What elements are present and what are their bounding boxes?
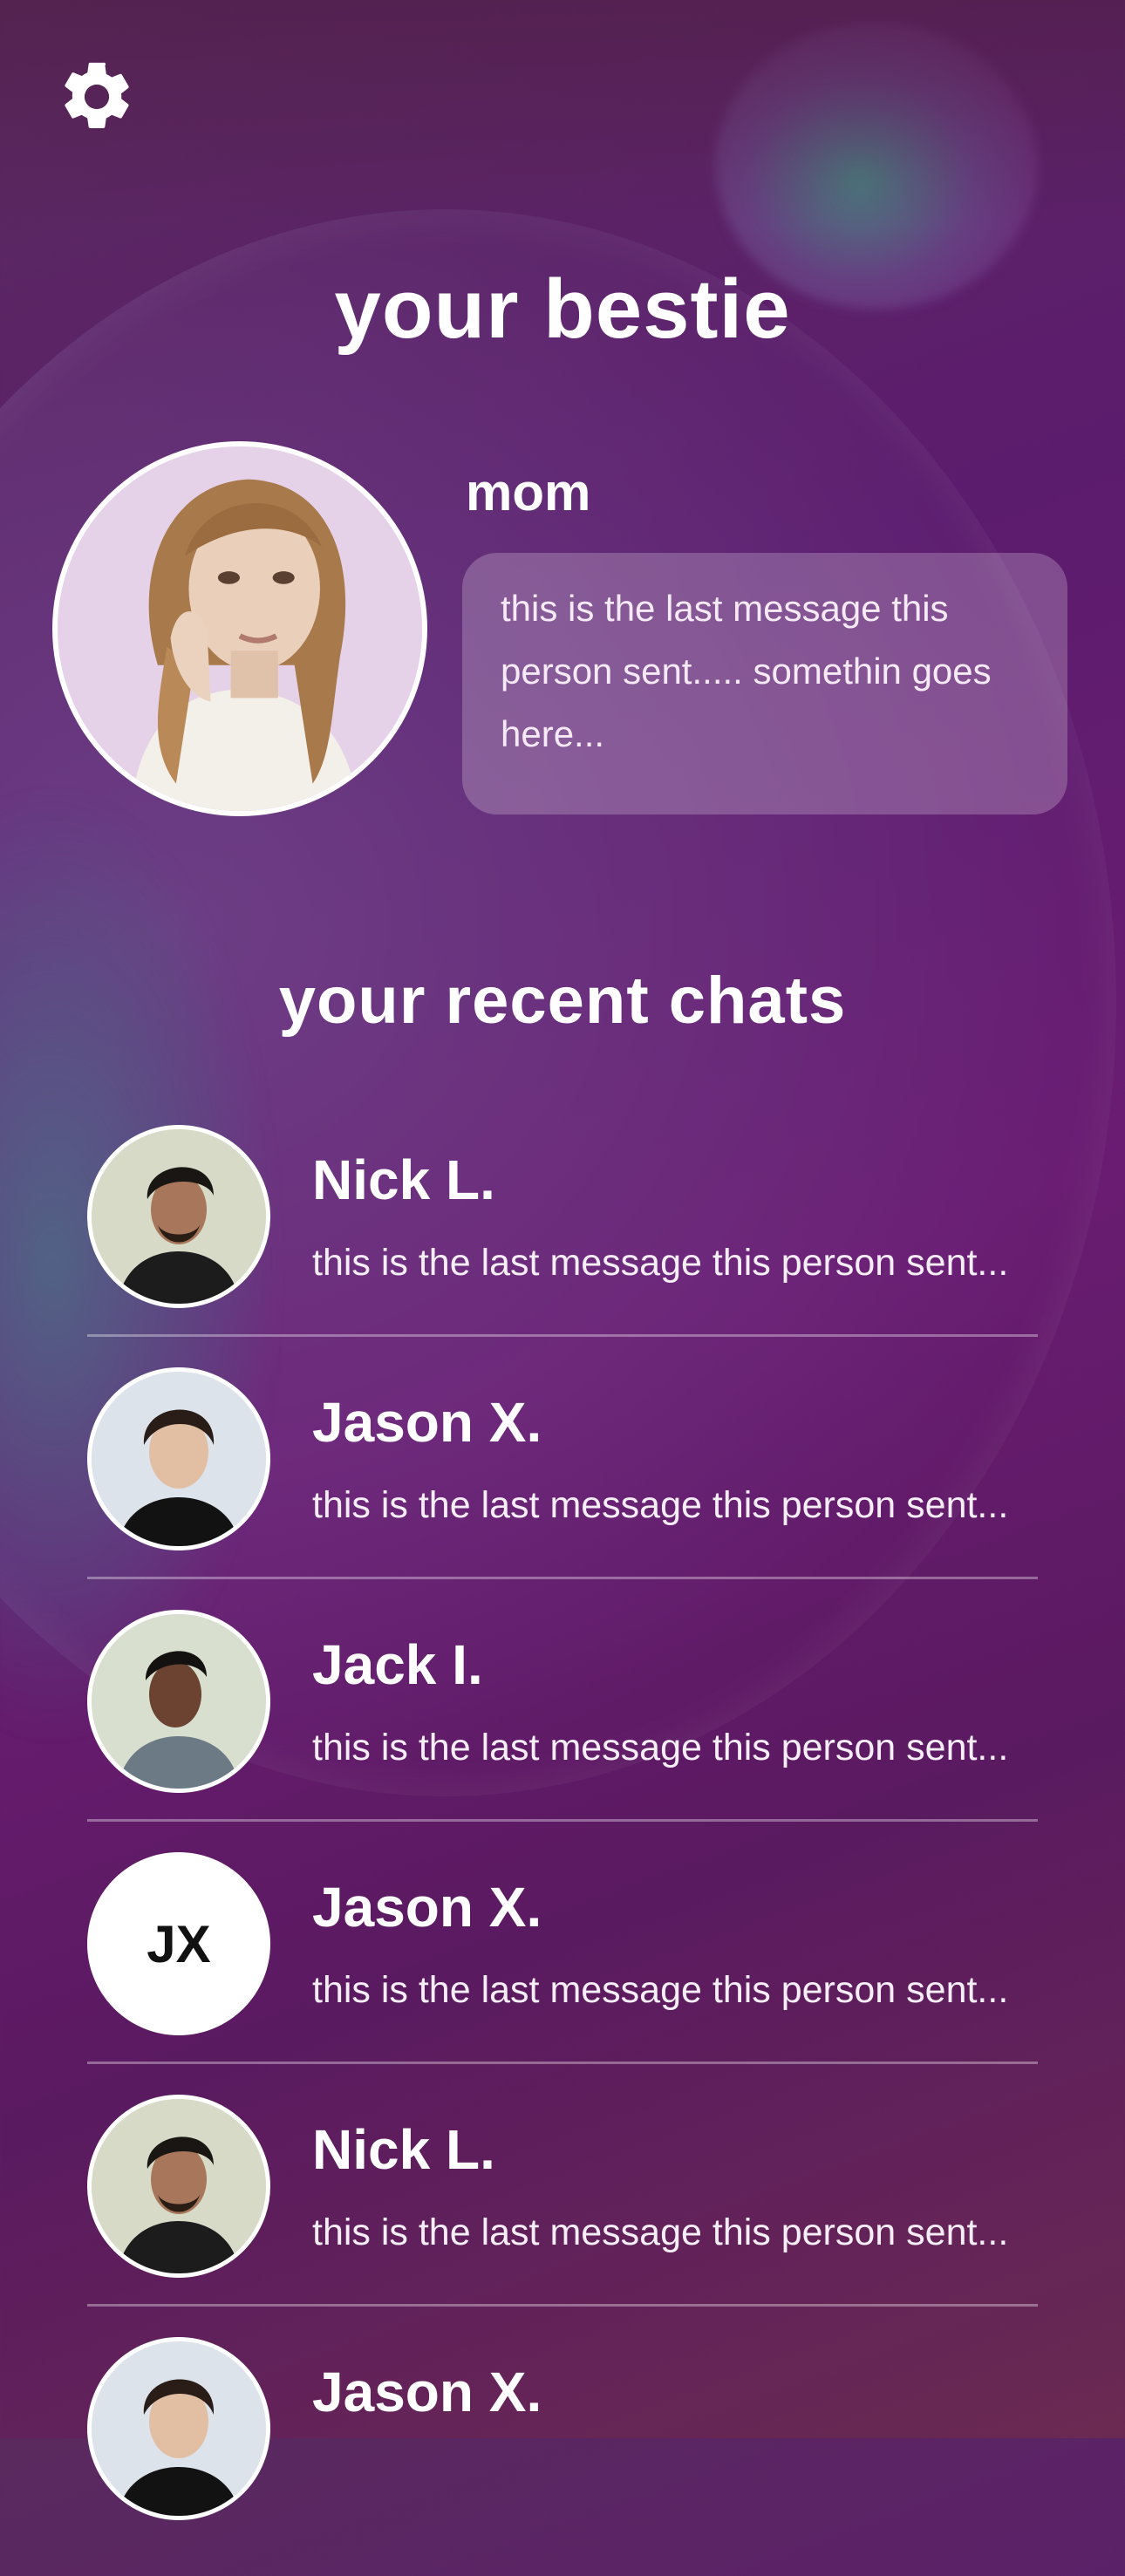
avatar-photo — [92, 1372, 266, 1546]
chat-row[interactable]: Nick L. this is the last message this pe… — [0, 1121, 1125, 1364]
chat-divider — [87, 2304, 1038, 2307]
avatar-photo — [92, 1614, 266, 1789]
chat-row[interactable]: JX Jason X. this is the last message thi… — [0, 1849, 1125, 2091]
chat-name: Jason X. — [312, 1876, 542, 1939]
home-screen: your bestie mom this is the last message… — [0, 0, 1125, 2520]
chat-divider — [87, 1577, 1038, 1579]
chat-preview: this is the last message this person sen… — [312, 1484, 1009, 1526]
chat-divider — [87, 1819, 1038, 1822]
avatar-photo — [92, 1129, 266, 1304]
bestie-section-title: your bestie — [334, 262, 791, 356]
chat-divider — [87, 1334, 1038, 1337]
bestie-photo — [58, 446, 422, 811]
chat-avatar — [87, 1125, 270, 1308]
chat-avatar-initials: JX — [87, 1852, 270, 2035]
chat-row[interactable]: Jason X. this is the last message this p… — [0, 1364, 1125, 1606]
chat-preview: this is the last message this person sen… — [312, 1727, 1009, 1768]
recent-chats-title: your recent chats — [278, 964, 847, 1038]
chat-name: Nick L. — [312, 2118, 495, 2181]
chat-avatar — [87, 2337, 270, 2520]
chat-preview: this is the last message this person sen… — [312, 1969, 1009, 2011]
avatar-photo — [92, 2099, 266, 2273]
chat-name: Jason X. — [312, 2361, 542, 2423]
chat-divider — [87, 2061, 1038, 2064]
chat-name: Jack I. — [312, 1633, 483, 1696]
chat-row[interactable]: Jack I. this is the last message this pe… — [0, 1606, 1125, 1849]
bestie-avatar[interactable] — [52, 441, 427, 816]
settings-button[interactable] — [56, 56, 138, 138]
chat-preview: this is the last message this person sen… — [312, 1242, 1009, 1284]
chat-avatar — [87, 1367, 270, 1550]
chat-avatar — [87, 2095, 270, 2278]
avatar-photo — [92, 2341, 266, 2516]
chat-name: Jason X. — [312, 1391, 542, 1454]
bestie-name: mom — [466, 463, 591, 521]
chat-row[interactable]: Jason X. — [0, 2334, 1125, 2576]
chat-row[interactable]: Nick L. this is the last message this pe… — [0, 2091, 1125, 2334]
chat-avatar — [87, 1610, 270, 1793]
chat-preview: this is the last message this person sen… — [312, 2211, 1009, 2253]
gear-icon — [65, 62, 129, 129]
chat-name: Nick L. — [312, 1148, 495, 1211]
bestie-last-message[interactable]: this is the last message this person sen… — [462, 553, 1067, 814]
